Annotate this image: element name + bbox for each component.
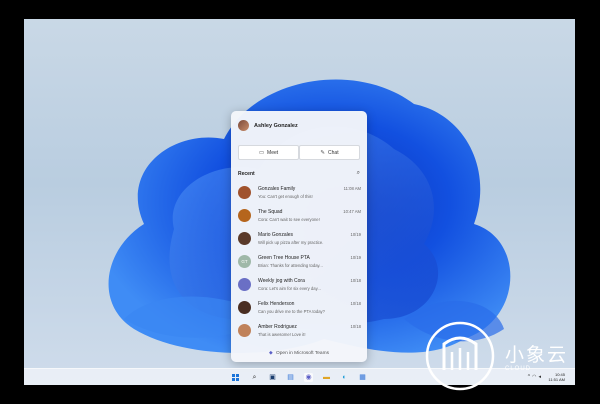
conversation-avatar bbox=[238, 301, 251, 314]
store-icon[interactable]: ▦ bbox=[358, 373, 367, 382]
open-teams-label: Open in Microsoft Teams bbox=[276, 351, 329, 356]
meet-label: Meet bbox=[267, 149, 279, 156]
conversation-name: Gonzales Family bbox=[258, 186, 296, 192]
conversation-time: 10/19 bbox=[350, 232, 361, 237]
conversation-item[interactable]: Gonzales Family You: Can't get enough of… bbox=[238, 182, 361, 205]
watermark-subtext: CLOUD bbox=[505, 366, 532, 372]
conversation-name: Felix Henderson bbox=[258, 301, 295, 307]
search-icon[interactable]: ⌕ bbox=[250, 373, 259, 382]
conversation-preview: That is awesome! Love it! bbox=[258, 331, 306, 337]
conversation-preview: Cora: Let's aim for six every day... bbox=[258, 285, 321, 291]
conversation-name: The Squad bbox=[258, 209, 283, 215]
conversation-preview: Will pick up pizza after my practice. bbox=[258, 239, 324, 245]
conversation-preview: You: Can't get enough of this! bbox=[258, 193, 313, 199]
conversation-name: Green Tree House PTA bbox=[258, 255, 310, 261]
conversation-avatar bbox=[238, 324, 251, 337]
conversation-time: 10/18 bbox=[350, 301, 361, 306]
conversation-name: Mario Gonzales bbox=[258, 232, 294, 238]
conversation-avatar bbox=[238, 232, 251, 245]
chat-label: Chat bbox=[328, 149, 339, 156]
file-explorer-icon[interactable]: ▬ bbox=[322, 373, 331, 382]
conversation-avatar bbox=[238, 186, 251, 199]
conversation-avatar: GT bbox=[238, 255, 251, 268]
task-view-icon[interactable]: ▣ bbox=[268, 373, 277, 382]
compose-icon: ✎ bbox=[320, 149, 326, 156]
conversation-item[interactable]: Amber Rodriguez That is awesome! Love it… bbox=[238, 320, 361, 343]
watermark-text: 小象云 bbox=[505, 345, 569, 366]
recent-label: Recent bbox=[238, 170, 255, 177]
edge-icon[interactable]: ◐ bbox=[340, 373, 349, 382]
conversation-time: 11:08 AM bbox=[343, 186, 361, 191]
video-camera-icon: ▭ bbox=[258, 149, 265, 156]
conversation-item[interactable]: The Squad Cora: Can't wait to see everyo… bbox=[238, 205, 361, 228]
open-in-teams-link[interactable]: ◆ Open in Microsoft Teams bbox=[231, 351, 367, 356]
flyout-header: Ashley Gonzalez bbox=[238, 120, 298, 131]
conversation-item[interactable]: GT Green Tree House PTA Brian: Thanks fo… bbox=[238, 251, 361, 274]
conversation-preview: Cora: Can't wait to see everyone! bbox=[258, 216, 320, 222]
conversation-item[interactable]: Felix Henderson Can you drive me to the … bbox=[238, 297, 361, 320]
action-buttons: ▭ Meet ✎ Chat bbox=[238, 145, 360, 160]
conversation-time: 10/18 bbox=[350, 278, 361, 283]
conversation-time: 10/19 bbox=[350, 255, 361, 260]
chat-button[interactable]: ✎ Chat bbox=[299, 145, 360, 160]
conversation-time: 10/18 bbox=[350, 324, 361, 329]
user-avatar[interactable] bbox=[238, 120, 249, 131]
conversation-item[interactable]: Mario Gonzales Will pick up pizza after … bbox=[238, 228, 361, 251]
user-name: Ashley Gonzalez bbox=[254, 122, 298, 129]
conversation-avatar bbox=[238, 209, 251, 222]
start-icon[interactable] bbox=[231, 373, 240, 382]
conversation-item[interactable]: Weekly jog with Cora Cora: Let's aim for… bbox=[238, 274, 361, 297]
chat-icon[interactable]: ◉ bbox=[304, 373, 313, 382]
teams-icon: ◆ bbox=[268, 351, 273, 356]
conversation-avatar bbox=[238, 278, 251, 291]
recent-header: Recent ⌕ bbox=[238, 170, 360, 177]
teams-chat-flyout: Ashley Gonzalez ▭ Meet ✎ Chat Recent ⌕ G… bbox=[231, 111, 367, 362]
conversation-preview: Brian: Thanks for attending today... bbox=[258, 262, 323, 268]
widgets-icon[interactable]: ▤ bbox=[286, 373, 295, 382]
conversation-name: Weekly jog with Cora bbox=[258, 278, 305, 284]
meet-button[interactable]: ▭ Meet bbox=[238, 145, 299, 160]
conversation-preview: Can you drive me to the PTA today? bbox=[258, 308, 325, 314]
conversation-list: Gonzales Family You: Can't get enough of… bbox=[238, 182, 361, 343]
conversation-name: Amber Rodriguez bbox=[258, 324, 297, 330]
search-icon[interactable]: ⌕ bbox=[357, 170, 360, 177]
conversation-time: 10:47 AM bbox=[343, 209, 361, 214]
